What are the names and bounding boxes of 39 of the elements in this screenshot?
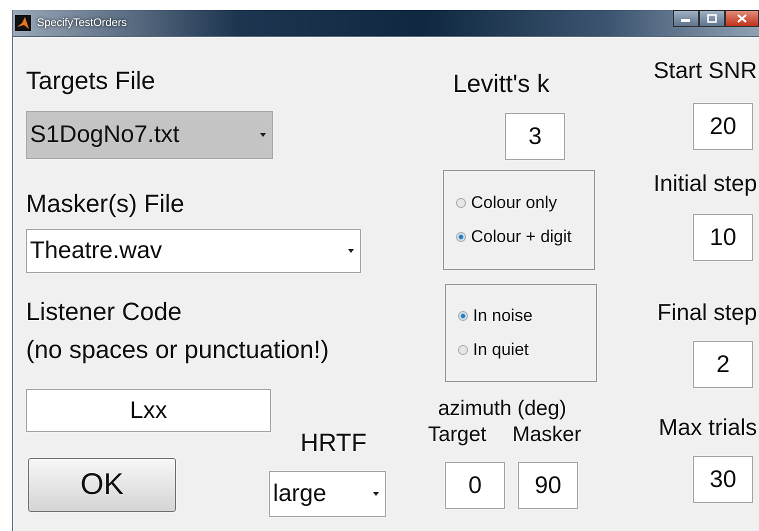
listener-code-label: Listener Code xyxy=(26,297,182,327)
levitt-k-field[interactable]: 3 xyxy=(505,113,565,160)
hrtf-dropdown[interactable]: large xyxy=(269,471,386,517)
close-button[interactable] xyxy=(725,10,759,27)
radio-option[interactable]: Colour + digit xyxy=(456,227,594,247)
app-icon xyxy=(15,15,31,31)
targets-file-label: Targets File xyxy=(26,66,156,96)
radio-option[interactable]: In noise xyxy=(458,306,596,326)
initial-step-label: Initial step xyxy=(653,169,757,198)
maximize-icon xyxy=(707,14,717,23)
minimize-button[interactable] xyxy=(673,10,699,27)
masker-azimuth-field[interactable]: 90 xyxy=(518,462,578,509)
target-label: Target xyxy=(428,422,486,448)
target-azimuth-field[interactable]: 0 xyxy=(445,462,505,509)
start-snr-field[interactable]: 20 xyxy=(693,103,753,150)
max-trials-label: Max trials xyxy=(658,413,757,442)
masker-file-dropdown[interactable]: Theatre.wav xyxy=(26,229,361,273)
maximize-button[interactable] xyxy=(699,10,725,27)
final-step-label: Final step xyxy=(657,298,757,327)
start-snr-label: Start SNR xyxy=(653,56,757,85)
ok-button[interactable]: OK xyxy=(28,458,176,512)
listener-code-hint: (no spaces or punctuation!) xyxy=(26,335,329,365)
radio-option[interactable]: Colour only xyxy=(456,193,594,213)
hrtf-label: HRTF xyxy=(300,428,367,458)
window-title: SpecifyTestOrders xyxy=(37,17,127,29)
masker-label: Masker xyxy=(512,422,582,448)
final-step-field[interactable]: 2 xyxy=(693,341,753,388)
listener-code-field[interactable]: Lxx xyxy=(26,389,271,432)
levitt-k-label: Levitt's k xyxy=(453,69,550,99)
close-icon xyxy=(737,14,747,23)
targets-file-dropdown[interactable]: S1DogNo7.txt xyxy=(26,111,273,159)
radio-option[interactable]: In quiet xyxy=(458,340,596,360)
azimuth-label: azimuth (deg) xyxy=(438,396,566,422)
max-trials-field[interactable]: 30 xyxy=(693,456,753,503)
masker-file-label: Masker(s) File xyxy=(26,189,184,219)
initial-step-field[interactable]: 10 xyxy=(693,214,753,261)
caret-icon xyxy=(348,249,354,253)
caret-icon xyxy=(260,133,266,137)
caret-icon xyxy=(373,492,379,496)
